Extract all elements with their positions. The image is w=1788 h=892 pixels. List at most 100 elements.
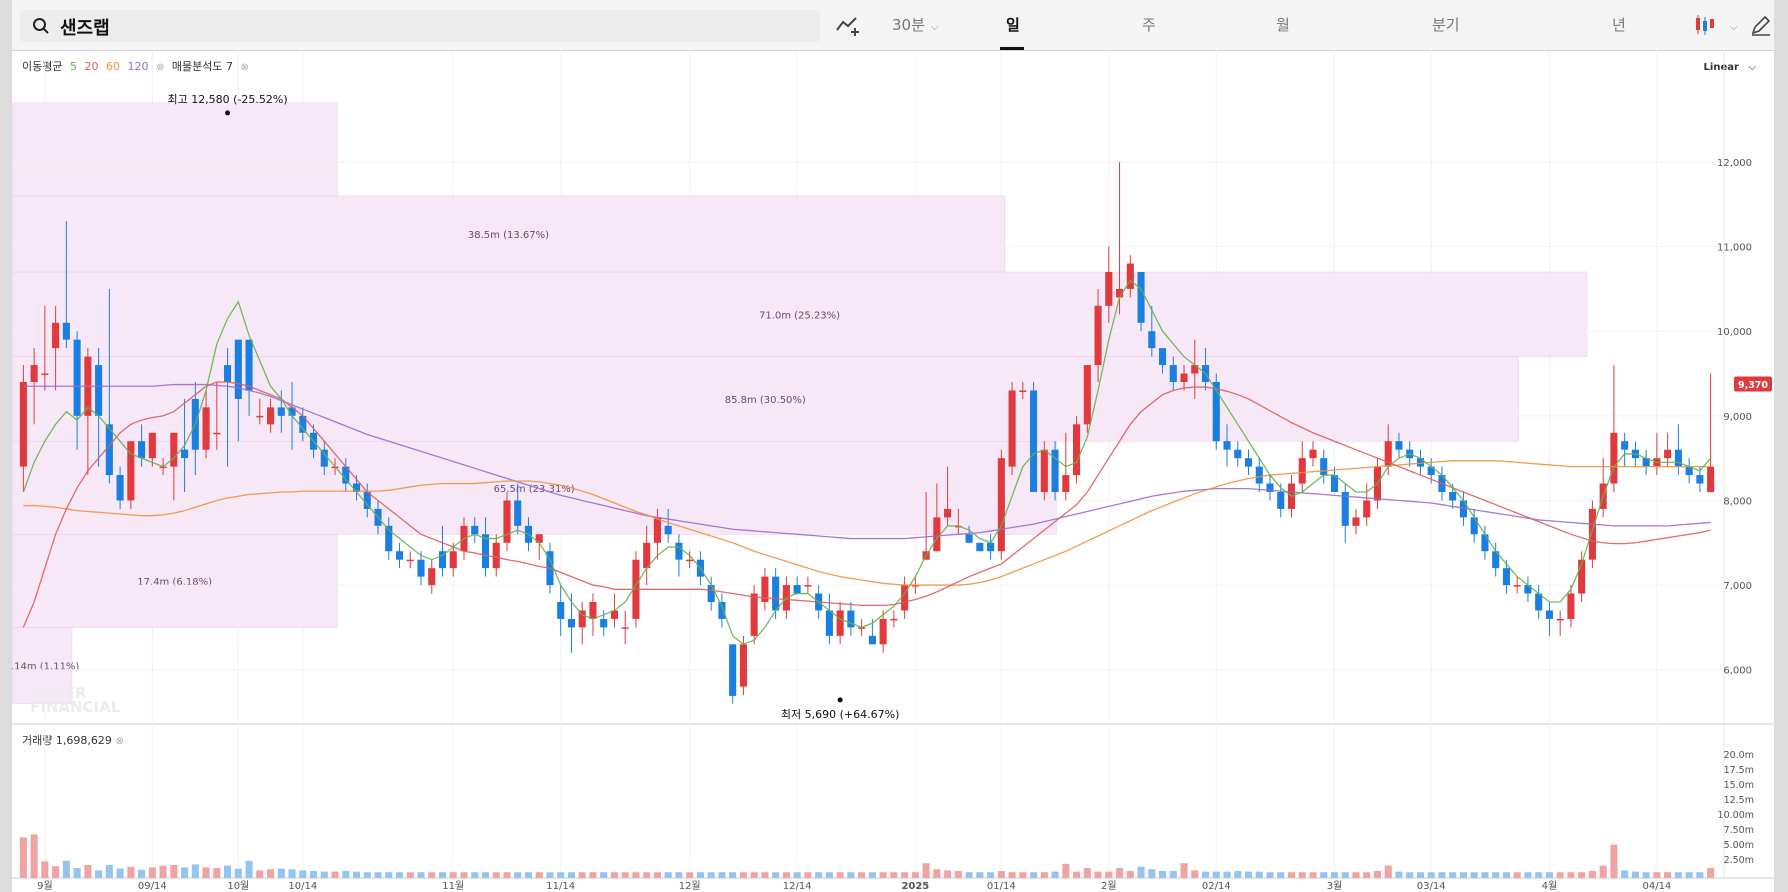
volume-bar (1341, 872, 1349, 878)
candle-body (52, 322, 60, 349)
x-tick-label: 9월 (37, 880, 53, 892)
candle-body (1309, 449, 1317, 459)
price-chart[interactable]: 3.14m (1.11%) 17.4m (6.18%) 65.5m (23.31%)… (12, 0, 1774, 892)
candle-body (1126, 263, 1134, 289)
candle-body (1266, 483, 1274, 492)
candle-body (1416, 458, 1425, 467)
candle-body (868, 635, 876, 645)
volume-bar (1320, 872, 1328, 878)
volume-bar (417, 872, 425, 878)
candle-body (1320, 458, 1328, 476)
volume-bar (1621, 870, 1629, 878)
tab-quarter[interactable]: 분기 (1432, 14, 1460, 35)
volume-profile-bar (12, 534, 338, 628)
candle-body (395, 551, 404, 560)
candle-body (965, 534, 973, 543)
candle-body (933, 517, 941, 552)
volume-bar (342, 871, 350, 878)
volume-bar (1610, 844, 1618, 878)
candle-body (1406, 449, 1414, 459)
volume-bar (1062, 863, 1070, 878)
volume-bar (481, 872, 490, 878)
volume-bar (52, 866, 60, 878)
volume-bar (1191, 870, 1199, 878)
volume-bar (965, 872, 973, 878)
candle-body (1148, 331, 1156, 349)
volume-bar (1588, 871, 1596, 878)
candle-body (1696, 475, 1704, 484)
volume-bar (1384, 865, 1392, 878)
volume-profile-label: 38.5m (13.67%) (468, 230, 549, 241)
tab-year[interactable]: 년 (1612, 14, 1626, 35)
pencil-icon[interactable] (1748, 12, 1774, 38)
close-icon[interactable]: ⊗ (156, 62, 164, 73)
volume-label[interactable]: 거래량 1,698,629 (22, 734, 112, 747)
candle-body (922, 551, 930, 560)
volume-bar (1169, 871, 1177, 878)
volume-bar (460, 872, 468, 878)
volume-bar (148, 867, 156, 878)
close-icon[interactable]: ⊗ (240, 62, 248, 73)
price-tick-label: 8,000 (1723, 496, 1752, 507)
tab-day[interactable]: 일 (1006, 14, 1020, 35)
volume-bar (890, 872, 898, 878)
volume-bar (41, 861, 49, 878)
volume-tick-label: 7.50m (1724, 825, 1754, 836)
close-icon[interactable]: ⊗ (115, 736, 123, 747)
tab-week[interactable]: 주 (1142, 14, 1156, 35)
volume-profile-label: 65.5m (23.31%) (494, 484, 575, 495)
candle-body (148, 432, 156, 459)
candle-body (1008, 390, 1016, 467)
tab-month[interactable]: 월 (1276, 14, 1290, 35)
volume-bar (847, 872, 855, 878)
scale-mode-dropdown[interactable]: Linear ⌵ (1704, 62, 1756, 73)
volume-profile-label[interactable]: 매물분석도 7 (172, 60, 233, 73)
volume-bar (1287, 872, 1296, 878)
minute-interval-dropdown[interactable]: 30분 ⌵ (892, 14, 938, 35)
volume-bar (643, 872, 651, 878)
x-tick-label: 2025 (901, 881, 929, 892)
indicator-legend: 이동평균 5 20 60 120 ⊗ 매물분석도 7 ⊗ (22, 58, 253, 74)
volume-profile-label: 85.8m (30.50%) (725, 395, 806, 406)
search-box[interactable]: 샌즈랩 (20, 10, 820, 42)
price-tick-label: 6,000 (1723, 666, 1752, 677)
candle-body (535, 534, 543, 543)
volume-bar (696, 872, 704, 878)
candle-body (320, 449, 328, 467)
candle-body (30, 365, 38, 382)
high-marker (225, 110, 231, 116)
volume-bar (1642, 872, 1650, 878)
chevron-down-icon[interactable]: ⌵ (1724, 16, 1738, 34)
volume-bar (675, 872, 683, 878)
price-tick-label: 12,000 (1717, 158, 1752, 169)
x-tick-label: 10/14 (288, 881, 317, 892)
candle-body (1051, 449, 1059, 492)
candlestick-type-icon[interactable] (1692, 12, 1718, 38)
candle-body (578, 610, 586, 628)
candle-body (309, 432, 318, 450)
volume-bar (1363, 872, 1371, 878)
volume-bar (1030, 872, 1038, 878)
candle-body (1116, 288, 1124, 298)
volume-bar (438, 872, 447, 878)
candle-body (976, 542, 984, 552)
volume-bar (1513, 872, 1521, 878)
volume-bar (1373, 871, 1382, 878)
candle-body (181, 449, 189, 459)
candle-body (664, 525, 672, 535)
volume-tick-label: 5.00m (1724, 840, 1754, 851)
candle-body (245, 339, 253, 391)
drawing-tool-icon[interactable] (834, 12, 860, 38)
volume-bar (1696, 872, 1704, 878)
volume-tick-label: 10.00m (1718, 810, 1754, 821)
candle-body (729, 644, 737, 696)
ma-label[interactable]: 이동평균 (22, 60, 62, 73)
volume-bar (1545, 872, 1553, 878)
candle-body (1395, 441, 1403, 450)
volume-bar (320, 871, 328, 878)
search-icon[interactable] (32, 17, 50, 35)
volume-bar (374, 872, 382, 878)
volume-profile-bar (12, 271, 1588, 357)
search-input[interactable]: 샌즈랩 (60, 14, 110, 40)
volume-bar (1105, 871, 1113, 878)
